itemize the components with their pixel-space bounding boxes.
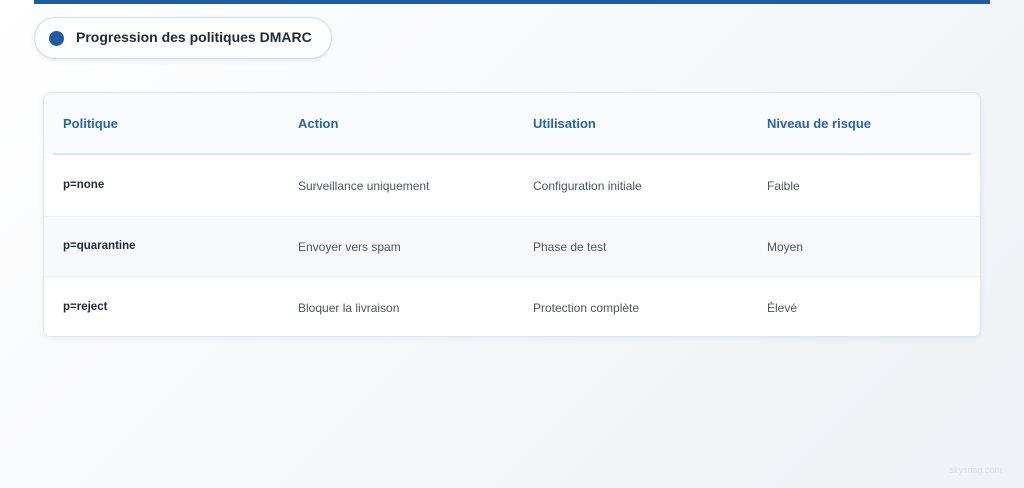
column-header-politique: Politique <box>63 116 118 131</box>
dmarc-policy-table: Politique Action Utilisation Niveau de r… <box>43 92 981 337</box>
usage-cell: Configuration initiale <box>533 179 642 193</box>
risk-level-cell: Faible <box>767 179 800 193</box>
table-row: p=none Surveillance uniquement Configura… <box>44 155 980 216</box>
column-header-niveau-de-risque: Niveau de risque <box>767 116 872 131</box>
risk-level-cell: Moyen <box>767 240 804 254</box>
section-title: Progression des politiques DMARC <box>76 29 312 45</box>
top-accent-bar <box>34 0 990 4</box>
policy-cell: p=none <box>63 179 105 191</box>
column-header-action: Action <box>298 116 339 131</box>
table-header: Politique Action Utilisation Niveau de r… <box>44 93 980 154</box>
section-title-pill: Progression des politiques DMARC <box>34 17 332 59</box>
table-row: p=reject Bloquer la livraison Protection… <box>44 277 980 336</box>
action-cell: Envoyer vers spam <box>298 240 401 254</box>
table-row: p=quarantine Envoyer vers spam Phase de … <box>44 216 980 277</box>
usage-cell: Protection complète <box>533 301 640 315</box>
usage-cell: Phase de test <box>533 240 607 254</box>
policy-cell: p=reject <box>63 301 108 313</box>
watermark: skysnag.com <box>949 465 1002 475</box>
action-cell: Surveillance uniquement <box>298 179 430 193</box>
risk-level-cell: Élevé <box>767 301 798 315</box>
action-cell: Bloquer la livraison <box>298 301 400 315</box>
policy-cell: p=quarantine <box>63 240 136 252</box>
column-header-utilisation: Utilisation <box>533 116 596 131</box>
bullet-dot-icon <box>49 31 64 46</box>
